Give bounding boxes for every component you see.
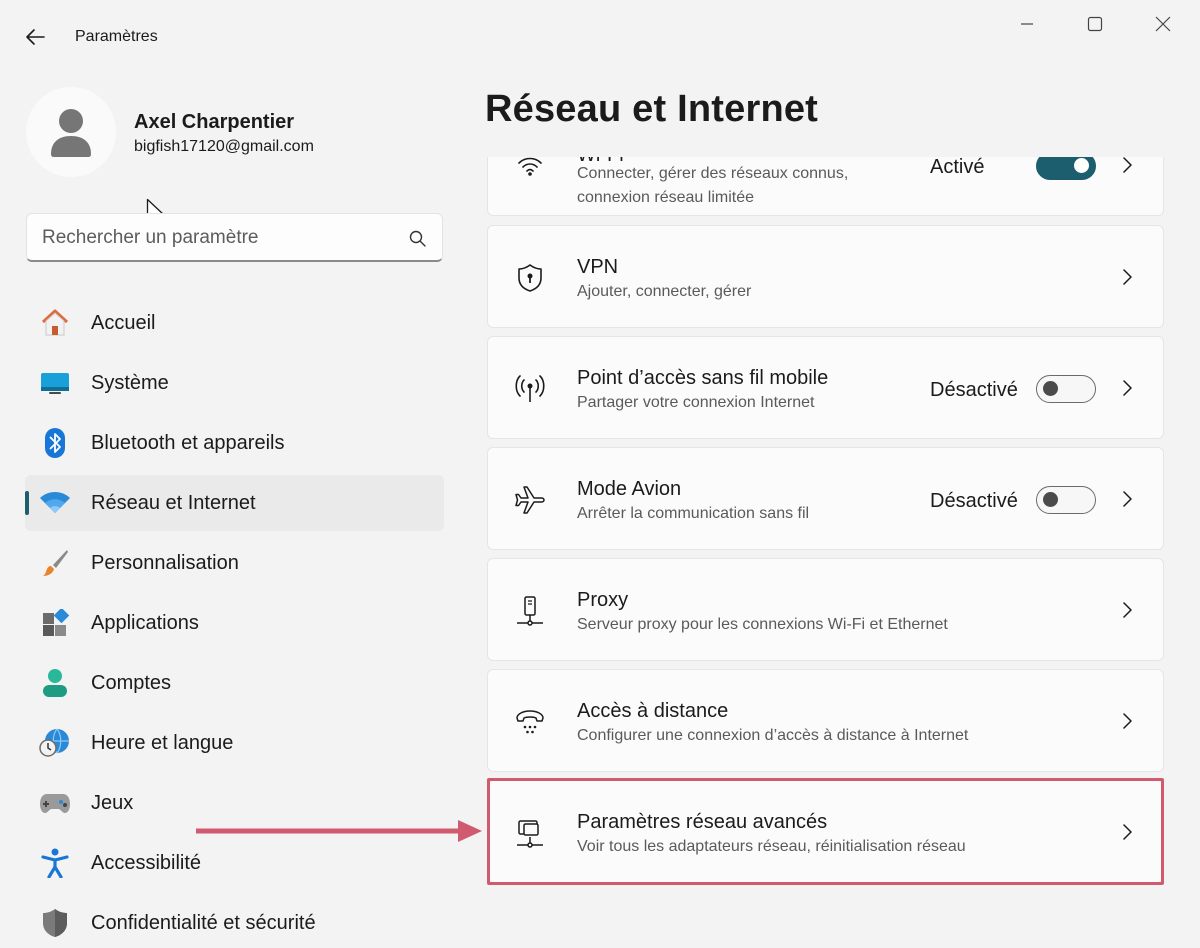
sidebar-item-label: Réseau et Internet bbox=[91, 491, 256, 514]
sidebar-item-personnalisation[interactable]: Personnalisation bbox=[25, 535, 444, 591]
gamepad-icon bbox=[39, 787, 71, 819]
card-subtitle: Voir tous les adaptateurs réseau, réinit… bbox=[577, 838, 966, 855]
back-arrow-icon bbox=[26, 29, 45, 45]
page-title: Réseau et Internet bbox=[485, 88, 819, 130]
hotspot-icon bbox=[514, 373, 546, 405]
wifi-icon bbox=[39, 487, 71, 519]
maximize-button[interactable] bbox=[1072, 10, 1118, 38]
chevron-right-icon bbox=[1118, 157, 1136, 174]
monitor-icon bbox=[39, 367, 71, 399]
user-email: bigfish17120@gmail.com bbox=[134, 138, 314, 155]
network-pc-icon bbox=[514, 817, 546, 849]
home-icon bbox=[39, 307, 71, 339]
active-indicator bbox=[25, 491, 29, 515]
sidebar-item-label: Bluetooth et appareils bbox=[91, 431, 285, 454]
sidebar-item-applications[interactable]: Applications bbox=[25, 595, 444, 651]
card-subtitle: Serveur proxy pour les connexions Wi-Fi … bbox=[577, 616, 948, 633]
minimize-button[interactable] bbox=[1004, 10, 1050, 38]
dialup-icon bbox=[514, 706, 546, 738]
sidebar-item-label: Jeux bbox=[91, 791, 134, 814]
sidebar-item-label: Personnalisation bbox=[91, 551, 239, 574]
brush-icon bbox=[39, 547, 71, 579]
vpn-shield-icon bbox=[514, 262, 546, 294]
title-bar: Paramètres bbox=[0, 0, 1200, 72]
accessibility-icon bbox=[39, 847, 71, 879]
chevron-right-icon bbox=[1118, 712, 1136, 730]
minimize-icon bbox=[1021, 23, 1033, 25]
card-subtitle: Ajouter, connecter, gérer bbox=[577, 283, 752, 300]
hotspot-state: Désactivé bbox=[930, 379, 1018, 401]
avatar[interactable] bbox=[26, 87, 116, 177]
chevron-right-icon bbox=[1118, 379, 1136, 397]
sidebar-item-label: Confidentialité et sécurité bbox=[91, 911, 316, 934]
card-title: VPN bbox=[577, 256, 619, 278]
app-title: Paramètres bbox=[75, 28, 158, 45]
back-button[interactable] bbox=[20, 22, 50, 52]
sidebar-item-accueil[interactable]: Accueil bbox=[25, 295, 444, 351]
card-subtitle: Connecter, gérer des réseaux connus, bbox=[577, 165, 849, 182]
card-title: Paramètres réseau avancés bbox=[577, 811, 828, 833]
chevron-right-icon bbox=[1118, 823, 1136, 841]
maximize-icon bbox=[1087, 16, 1103, 32]
annotation-arrow-icon bbox=[196, 820, 482, 842]
card-title: Accès à distance bbox=[577, 700, 729, 722]
card-subtitle: Configurer une connexion d’accès à dista… bbox=[577, 727, 969, 744]
card-title: Point d’accès sans fil mobile bbox=[577, 367, 829, 389]
card-subtitle: Partager votre connexion Internet bbox=[577, 394, 815, 411]
toggle-knob bbox=[1074, 158, 1089, 173]
sidebar-item-reseau[interactable]: Réseau et Internet bbox=[25, 475, 444, 531]
sidebar-item-label: Accueil bbox=[91, 311, 156, 334]
airplane-state: Désactivé bbox=[930, 490, 1018, 512]
close-icon bbox=[1155, 16, 1171, 32]
sidebar-item-label: Système bbox=[91, 371, 169, 394]
chevron-right-icon bbox=[1118, 268, 1136, 286]
toggle-knob bbox=[1043, 381, 1058, 396]
close-button[interactable] bbox=[1140, 10, 1186, 38]
wifi-icon bbox=[514, 157, 546, 182]
sidebar-item-label: Accessibilité bbox=[91, 851, 202, 874]
sidebar-item-comptes[interactable]: Comptes bbox=[25, 655, 444, 711]
globe-clock-icon bbox=[39, 727, 71, 759]
sidebar-item-bluetooth[interactable]: Bluetooth et appareils bbox=[25, 415, 444, 471]
sidebar-nav: Accueil Système Bluetooth et appareils R… bbox=[25, 295, 444, 948]
wifi-toggle[interactable] bbox=[1036, 157, 1096, 180]
sidebar-item-label: Comptes bbox=[91, 671, 172, 694]
proxy-card[interactable]: Proxy Serveur proxy pour les connexions … bbox=[487, 558, 1164, 661]
sidebar-item-label: Applications bbox=[91, 611, 199, 634]
airplane-icon bbox=[514, 484, 546, 516]
settings-list[interactable]: Wi-Fi Connecter, gérer des réseaux connu… bbox=[487, 157, 1164, 948]
search-icon[interactable] bbox=[409, 230, 426, 247]
dialup-card[interactable]: Accès à distance Configurer une connexio… bbox=[487, 669, 1164, 772]
chevron-right-icon bbox=[1118, 490, 1136, 508]
card-subtitle: Arrêter la communication sans fil bbox=[577, 505, 810, 522]
chevron-right-icon bbox=[1118, 601, 1136, 619]
sidebar-item-systeme[interactable]: Système bbox=[25, 355, 444, 411]
airplane-mode-card[interactable]: Mode Avion Arrêter la communication sans… bbox=[487, 447, 1164, 550]
card-subtitle: connexion réseau limitée bbox=[577, 189, 754, 206]
hotspot-toggle[interactable] bbox=[1036, 375, 1096, 403]
sidebar-item-label: Heure et langue bbox=[91, 731, 234, 754]
account-icon bbox=[39, 667, 71, 699]
person-icon bbox=[51, 109, 91, 157]
sidebar-item-confidentialite[interactable]: Confidentialité et sécurité bbox=[25, 895, 444, 948]
shield-icon bbox=[39, 907, 71, 939]
airplane-toggle[interactable] bbox=[1036, 486, 1096, 514]
toggle-knob bbox=[1043, 492, 1058, 507]
sidebar-item-heure-langue[interactable]: Heure et langue bbox=[25, 715, 444, 771]
hotspot-card[interactable]: Point d’accès sans fil mobile Partager v… bbox=[487, 336, 1164, 439]
search-input[interactable] bbox=[42, 223, 392, 253]
advanced-network-card[interactable]: Paramètres réseau avancés Voir tous les … bbox=[487, 780, 1164, 883]
user-name: Axel Charpentier bbox=[134, 111, 295, 133]
proxy-icon bbox=[514, 595, 546, 627]
wifi-state: Activé bbox=[930, 157, 985, 178]
wifi-card[interactable]: Wi-Fi Connecter, gérer des réseaux connu… bbox=[487, 157, 1164, 216]
card-title: Proxy bbox=[577, 589, 629, 611]
bluetooth-icon bbox=[39, 427, 71, 459]
vpn-card[interactable]: VPN Ajouter, connecter, gérer bbox=[487, 225, 1164, 328]
apps-icon bbox=[39, 607, 71, 639]
card-title: Mode Avion bbox=[577, 478, 682, 500]
search-box[interactable] bbox=[26, 213, 443, 262]
